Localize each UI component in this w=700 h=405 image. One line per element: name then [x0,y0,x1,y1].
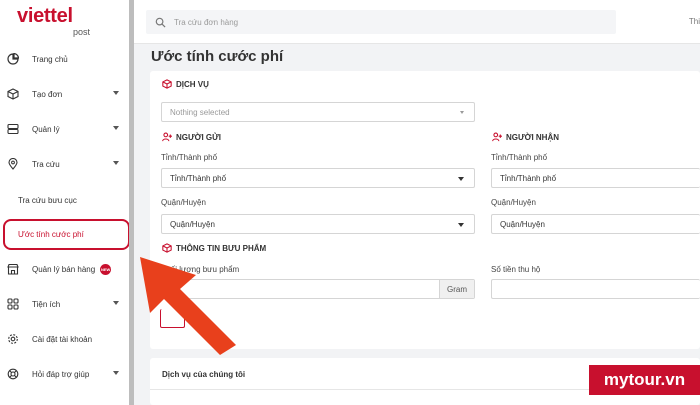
sender-district-select[interactable]: Quận/Huyện [161,214,475,234]
chevron-down-icon [113,91,119,95]
sidebar-subitem-fee-estimate[interactable]: Ước tính cước phí [18,230,84,239]
sidebar-item-label: Quản lý bán hàng [32,264,96,274]
search-bar[interactable] [146,10,616,34]
store-icon [7,263,19,275]
chevron-down-icon [113,126,119,130]
logo-brand: viettel [17,5,73,27]
sender-province-label: Tỉnh/Thành phố [161,153,218,162]
service-section-heading: DỊCH VỤ [162,79,209,89]
receiver-province-label: Tỉnh/Thành phố [491,153,548,162]
sidebar-item-utilities[interactable]: Tiện ích [0,292,129,316]
sidebar-item-lookup[interactable]: Tra cứu [0,152,129,176]
sender-district-label: Quận/Huyện [161,198,206,207]
parcel-section-heading: THÔNG TIN BƯU PHẨM [162,243,266,253]
grid-icon [7,298,19,310]
lifebuoy-icon [7,368,19,380]
logo-sub: post [73,27,91,37]
user-plus-icon [162,132,172,142]
sender-district-value: Quận/Huyện [170,219,215,229]
mytour-watermark: mytour.vn [589,365,700,395]
our-services-heading: Dịch vụ của chúng tôi [162,370,246,379]
box-icon [162,79,172,89]
sidebar-item-create-order[interactable]: Tạo đơn [0,82,129,106]
viettel-post-logo[interactable]: viettel post [0,0,130,44]
receiver-district-label: Quận/Huyện [491,198,536,207]
topbar: Thi [134,0,700,44]
sidebar-item-home[interactable]: Trang chủ [0,47,129,71]
sidebar-scrollbar[interactable] [129,0,134,405]
sidebar-item-sales-management[interactable]: Quản lý bán hàng NEW [0,257,129,281]
service-select-value: Nothing selected [170,107,230,117]
new-badge: NEW [100,263,112,275]
box-icon [7,88,19,100]
cod-input[interactable] [491,279,700,299]
sidebar-item-label: Trang chủ [32,54,68,64]
sidebar-item-label: Cài đặt tài khoản [32,334,93,344]
chevron-down-icon [113,301,119,305]
chevron-down-icon [113,161,119,165]
page-title: Ước tính cước phí [151,48,284,65]
weight-unit-addon: Gram [439,280,474,298]
receiver-province-select[interactable]: Tỉnh/Thành phố [491,168,700,188]
chevron-down-icon [458,223,464,227]
user-plus-icon [492,132,502,142]
sidebar-item-help[interactable]: Hỏi đáp trợ giúp [0,362,129,386]
sender-province-value: Tỉnh/Thành phố [170,173,227,183]
sender-section-heading: NGƯỜI GỬI [162,132,221,142]
sidebar-item-label: Hỏi đáp trợ giúp [32,369,90,379]
sidebar-item-label: Quản lý [32,124,60,134]
receiver-province-value: Tỉnh/Thành phố [500,173,557,183]
sidebar-item-account-settings[interactable]: Cài đặt tài khoản [0,327,129,351]
chevron-down-icon [458,177,464,181]
sidebar: viettel post Trang chủ Tạo đơn Quản lý T… [0,0,131,405]
search-icon [155,17,166,28]
topbar-right-text[interactable]: Thi [689,17,700,26]
box-icon [162,243,172,253]
sender-province-select[interactable]: Tỉnh/Thành phố [161,168,475,188]
chevron-down-icon [460,111,464,114]
sidebar-item-manage[interactable]: Quản lý [0,117,129,141]
parcel-heading-label: THÔNG TIN BƯU PHẨM [176,243,267,253]
sidebar-item-label: Tiện ích [32,299,61,309]
server-icon [7,123,19,135]
arrow-annotation-icon [140,257,236,355]
cod-label: Số tiền thu hộ [491,265,541,274]
service-heading-label: DỊCH VỤ [176,79,209,89]
receiver-section-heading: NGƯỜI NHẬN [492,132,559,142]
receiver-heading-label: NGƯỜI NHẬN [506,132,560,142]
sender-heading-label: NGƯỜI GỬI [176,132,221,142]
receiver-district-select[interactable]: Quận/Huyện [491,214,700,234]
search-input[interactable] [174,17,574,27]
chevron-down-icon [113,371,119,375]
service-select[interactable]: Nothing selected [161,102,475,122]
map-pin-icon [7,158,19,170]
sidebar-item-label: Tra cứu [32,159,60,169]
gear-icon [7,333,19,345]
sidebar-subitem-post-office-lookup[interactable]: Tra cứu bưu cục [18,196,77,205]
sidebar-item-label: Tạo đơn [32,89,63,99]
receiver-district-value: Quận/Huyện [500,219,545,229]
pie-chart-icon [7,53,19,65]
